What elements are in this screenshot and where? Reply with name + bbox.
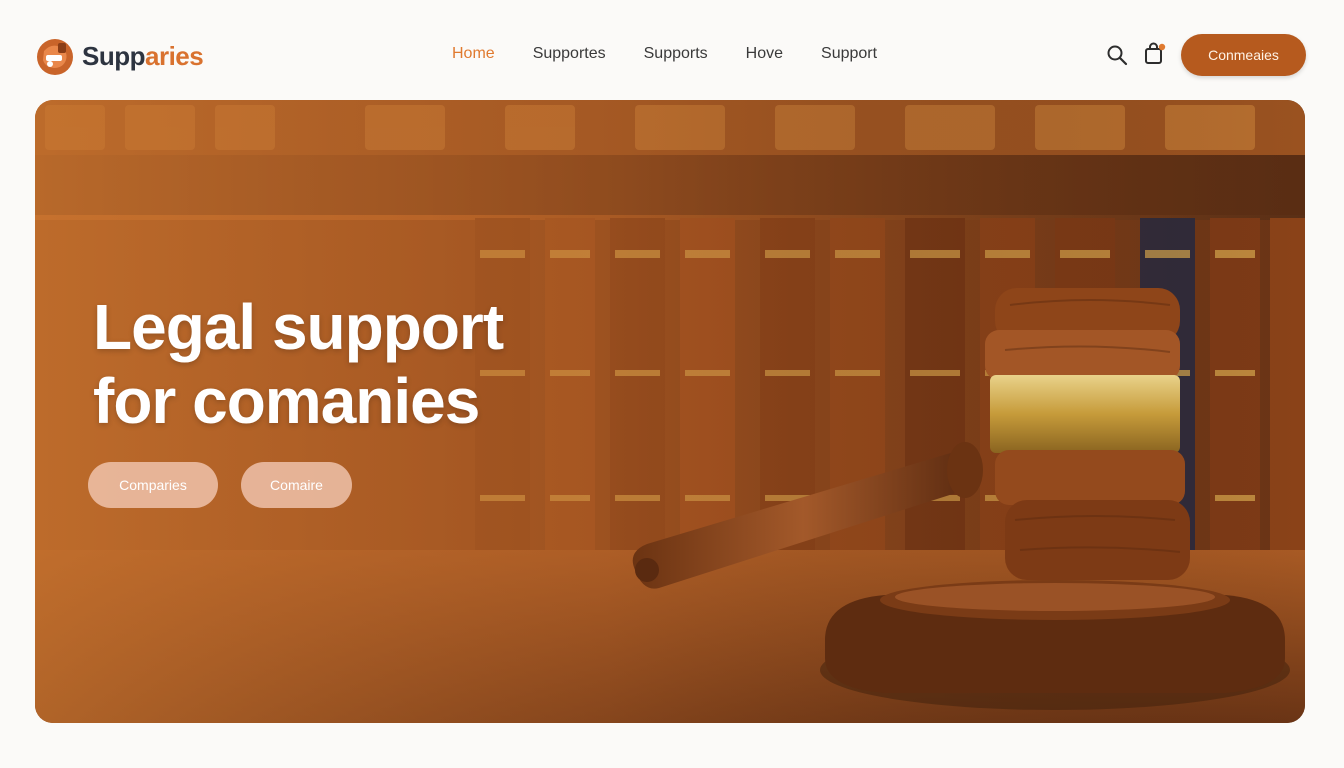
hero-banner: Legal support for comanies Comparies Com… [35,100,1305,723]
nav-item-supports[interactable]: Supports [644,45,708,63]
nav-item-support[interactable]: Support [821,45,877,63]
nav-item-hove[interactable]: Hove [746,45,783,63]
logo-icon [37,39,73,75]
cart-icon[interactable] [1143,42,1167,66]
comparies-button[interactable]: Comparies [88,462,218,508]
hero-title-line1: Legal support [93,291,504,363]
brand-logo[interactable]: Supparies [32,33,204,79]
hero-title-line2: for comanies [93,365,480,437]
comaire-button[interactable]: Comaire [241,462,352,508]
companies-cta-button[interactable]: Conmeaies [1181,34,1306,76]
site-header: Supparies Home Supportes Supports Hove S… [0,0,1344,100]
brand-name-part2: aries [145,40,204,71]
nav-item-home[interactable]: Home [452,45,495,63]
search-icon[interactable] [1106,44,1128,66]
hero-title: Legal support for comanies [93,290,504,438]
brand-name-part1: Supp [82,40,146,71]
nav-item-supportes[interactable]: Supportes [533,45,606,63]
main-nav: Home Supportes Supports Hove Support [452,45,877,63]
